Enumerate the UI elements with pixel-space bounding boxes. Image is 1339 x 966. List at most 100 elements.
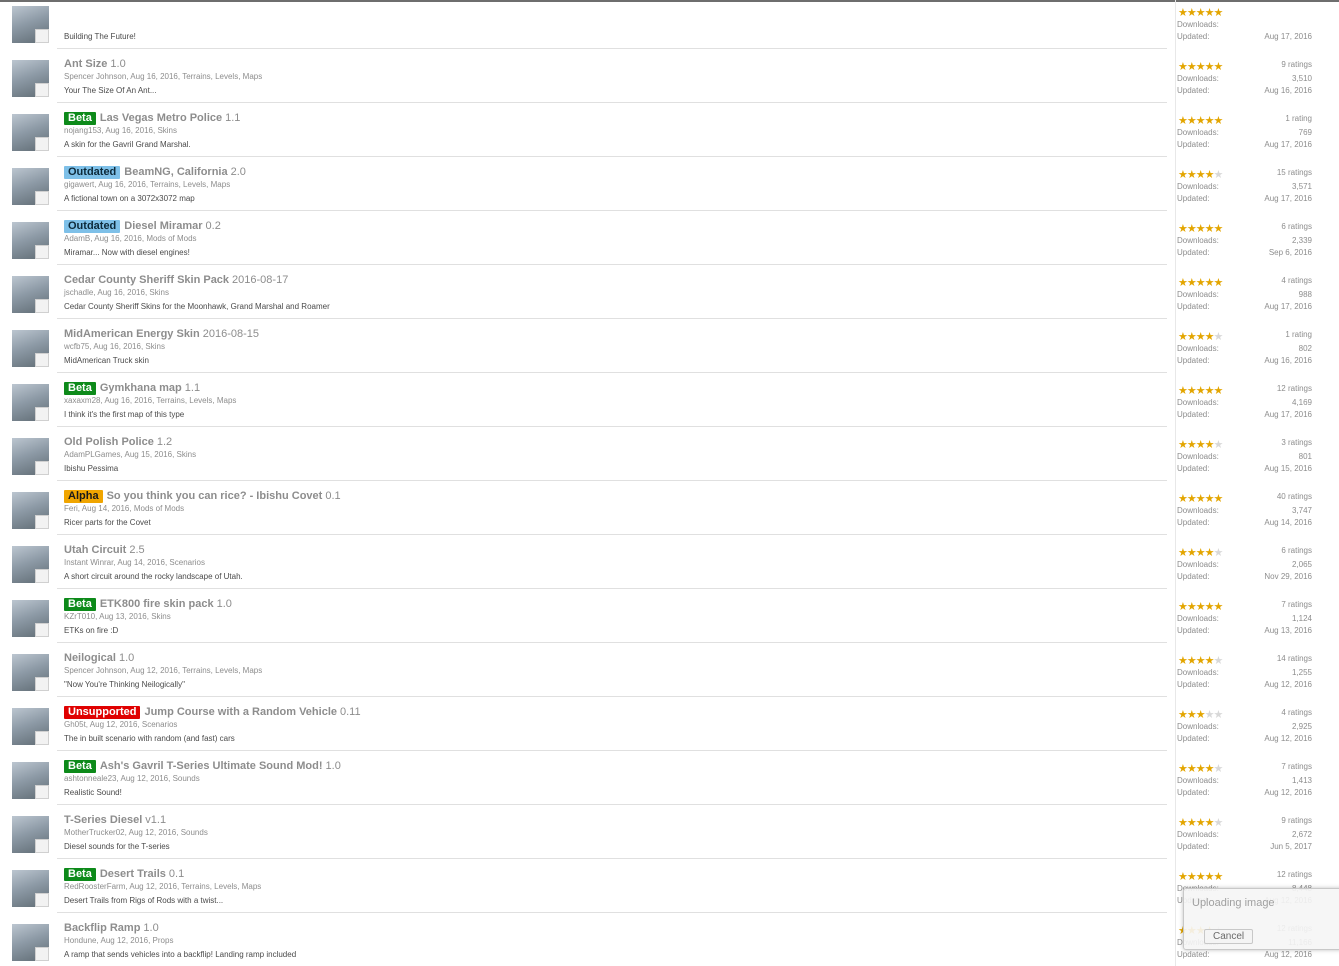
resource-thumbnail[interactable] (12, 654, 49, 691)
prefix-badge[interactable]: Unsupported (64, 706, 141, 719)
author-avatar[interactable] (35, 947, 49, 961)
resource-title-link[interactable]: Ant Size (64, 58, 107, 70)
author-avatar[interactable] (35, 623, 49, 637)
resource-thumbnail[interactable] (12, 546, 49, 583)
resource-title-link[interactable]: Jump Course with a Random Vehicle (144, 706, 337, 718)
resource-category-link[interactable]: Terrains, Levels, Maps (156, 396, 236, 405)
resource-category-link[interactable]: Props (153, 936, 174, 945)
prefix-badge[interactable]: Outdated (64, 166, 121, 179)
resource-category-link[interactable]: Terrains, Levels, Maps (182, 666, 262, 675)
resource-title-link[interactable]: T-Series Diesel (64, 814, 142, 826)
resource-thumbnail[interactable] (12, 384, 49, 421)
resource-author-link[interactable]: wcfb75, (64, 342, 92, 351)
resource-category-link[interactable]: Scenarios (142, 720, 178, 729)
resource-author-link[interactable]: xaxaxm28, (64, 396, 103, 405)
resource-category-link[interactable]: Sounds (181, 828, 208, 837)
resource-category-link[interactable]: Mods of Mods (146, 234, 196, 243)
resource-thumbnail[interactable] (12, 492, 49, 529)
resource-category-link[interactable]: Scenarios (169, 558, 205, 567)
author-avatar[interactable] (35, 893, 49, 907)
resource-category-link[interactable]: Terrains, Levels, Maps (182, 72, 262, 81)
resource-author-link[interactable]: ashtonneale23, (64, 774, 119, 783)
prefix-badge[interactable]: Alpha (64, 490, 103, 503)
resource-category-link[interactable]: Skins (145, 342, 165, 351)
resource-thumbnail[interactable] (12, 330, 49, 367)
resource-thumbnail[interactable] (12, 222, 49, 259)
resource-title-link[interactable]: MidAmerican Energy Skin (64, 328, 200, 340)
author-avatar[interactable] (35, 137, 49, 151)
resource-title-link[interactable]: So you think you can rice? - Ibishu Cove… (107, 490, 323, 502)
author-avatar[interactable] (35, 731, 49, 745)
resource-thumbnail[interactable] (12, 600, 49, 637)
resource-author-link[interactable]: Instant Winrar, (64, 558, 116, 567)
prefix-badge[interactable]: Beta (64, 112, 96, 125)
resource-title-link[interactable]: Utah Circuit (64, 544, 126, 556)
resource-title-link[interactable]: Diesel Miramar (124, 220, 202, 232)
resource-author-link[interactable]: jschadle, (64, 288, 96, 297)
resource-category-link[interactable]: Terrains, Levels, Maps (181, 882, 261, 891)
author-avatar[interactable] (35, 839, 49, 853)
resource-author-link[interactable]: Feri, (64, 504, 80, 513)
author-avatar[interactable] (35, 245, 49, 259)
author-avatar[interactable] (35, 353, 49, 367)
resource-author-link[interactable]: Spencer Johnson, (64, 666, 129, 675)
author-avatar[interactable] (35, 407, 49, 421)
resource-title-link[interactable]: Las Vegas Metro Police (100, 112, 222, 124)
star-icon: ★ (1186, 223, 1197, 235)
resource-category-link[interactable]: Skins (157, 126, 177, 135)
resource-thumbnail[interactable] (12, 114, 49, 151)
resource-author-link[interactable]: Hondune, (64, 936, 99, 945)
resource-category-link[interactable]: Mods of Mods (134, 504, 184, 513)
resource-category-link[interactable]: Skins (151, 612, 171, 621)
resource-title-link[interactable]: Gymkhana map (100, 382, 182, 394)
resource-author-link[interactable]: KZrT010, (64, 612, 97, 621)
resource-category-link[interactable]: Skins (149, 288, 169, 297)
author-avatar[interactable] (35, 299, 49, 313)
resource-title-link[interactable]: ETK800 fire skin pack (100, 598, 214, 610)
prefix-badge[interactable]: Beta (64, 382, 96, 395)
resource-thumbnail[interactable] (12, 60, 49, 97)
upload-cancel-button[interactable]: Cancel (1204, 929, 1254, 944)
author-avatar[interactable] (35, 83, 49, 97)
author-avatar[interactable] (35, 569, 49, 583)
author-avatar[interactable] (35, 461, 49, 475)
resource-title-link[interactable]: Ash's Gavril T-Series Ultimate Sound Mod… (100, 760, 323, 772)
resource-title-link[interactable]: Neilogical (64, 652, 116, 664)
star-icon: ★ (1195, 601, 1206, 613)
resource-thumbnail[interactable] (12, 924, 49, 961)
prefix-badge[interactable]: Outdated (64, 220, 121, 233)
resource-author-link[interactable]: AdamPLGames, (64, 450, 123, 459)
resource-category-link[interactable]: Terrains, Levels, Maps (150, 180, 230, 189)
resource-thumbnail[interactable] (12, 870, 49, 907)
resource-author-link[interactable]: nojang153, (64, 126, 104, 135)
resource-author-link[interactable]: MotherTrucker02, (64, 828, 127, 837)
resource-thumbnail[interactable] (12, 276, 49, 313)
prefix-badge[interactable]: Beta (64, 760, 96, 773)
resource-title-link[interactable]: Desert Trails (100, 868, 166, 880)
resource-category-link[interactable]: Sounds (173, 774, 200, 783)
resource-title-link[interactable]: Cedar County Sheriff Skin Pack (64, 274, 229, 286)
resource-title-link[interactable]: BeamNG, California (124, 166, 227, 178)
prefix-badge[interactable]: Beta (64, 868, 96, 881)
author-avatar[interactable] (35, 191, 49, 205)
resource-author-link[interactable]: Gh05t, (64, 720, 88, 729)
resource-stats: ★★★★★ 6 ratings Downloads: 2,065 Updated: Nov… (1175, 534, 1312, 588)
author-avatar[interactable] (35, 785, 49, 799)
resource-author-link[interactable]: RedRoosterFarm, (64, 882, 128, 891)
resource-thumbnail[interactable] (12, 816, 49, 853)
resource-category-link[interactable]: Skins (177, 450, 197, 459)
resource-thumbnail[interactable] (12, 438, 49, 475)
resource-author-link[interactable]: Spencer Johnson, (64, 72, 129, 81)
resource-author-link[interactable]: gigawert, (64, 180, 96, 189)
resource-title-link[interactable]: Old Polish Police (64, 436, 154, 448)
prefix-badge[interactable]: Beta (64, 598, 96, 611)
resource-thumbnail[interactable] (12, 708, 49, 745)
resource-title-link[interactable]: Backflip Ramp (64, 922, 140, 934)
resource-thumbnail[interactable] (12, 6, 49, 43)
author-avatar[interactable] (35, 677, 49, 691)
author-avatar[interactable] (35, 515, 49, 529)
resource-author-link[interactable]: AdamB, (64, 234, 92, 243)
author-avatar[interactable] (35, 29, 49, 43)
resource-thumbnail[interactable] (12, 762, 49, 799)
resource-thumbnail[interactable] (12, 168, 49, 205)
